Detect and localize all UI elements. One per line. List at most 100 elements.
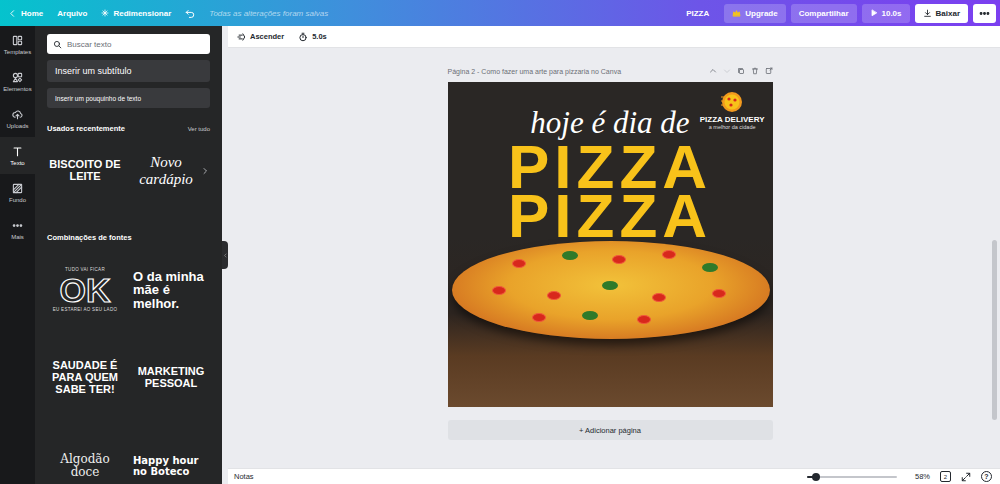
rail-label: Uploads bbox=[6, 123, 28, 129]
dots-icon bbox=[979, 8, 990, 19]
uploads-icon bbox=[12, 109, 23, 120]
search-field[interactable] bbox=[47, 34, 210, 54]
top-bar: HomeArquivoRedimensionarTodas as alteraç… bbox=[0, 0, 1000, 26]
resize-label: Redimensionar bbox=[113, 9, 171, 18]
delete-icon[interactable] bbox=[751, 67, 759, 75]
share-button[interactable]: Compartilhar bbox=[791, 4, 857, 23]
top-actions: PIZZA Upgrade Compartilhar 10.0s Baixar bbox=[676, 4, 996, 23]
rail-label: Fundo bbox=[9, 197, 26, 203]
rail-item[interactable]: Uploads bbox=[0, 100, 35, 137]
animation-label: Ascender bbox=[250, 32, 284, 41]
zoom-value[interactable]: 58% bbox=[915, 472, 930, 481]
more-button[interactable] bbox=[973, 4, 996, 23]
recent-grid: BISCOITO DE LEITE Novo cardápio bbox=[47, 145, 210, 197]
move-down-icon[interactable] bbox=[723, 67, 731, 75]
combos-grid: TUDO VAI FICAROKEU ESTAREI AO SEU LADOO … bbox=[47, 252, 210, 484]
duplicate-icon[interactable] bbox=[737, 67, 745, 75]
side-rail: Templates Elementos Uploads Texto Fundo Mais bbox=[0, 26, 35, 484]
headline-line[interactable]: PIZZA bbox=[508, 142, 712, 191]
undo-icon[interactable] bbox=[185, 8, 195, 18]
thumb-text: Algodão doce bbox=[47, 453, 123, 479]
combos-title: Combinações de fontes bbox=[47, 233, 132, 242]
bottom-bar: Notas 58% 2? bbox=[228, 468, 1000, 484]
add-page-button[interactable]: + Adicionar página bbox=[448, 420, 773, 440]
add-page-icon[interactable] bbox=[765, 67, 773, 75]
add-subtitle-button[interactable]: Inserir um subtítulo bbox=[47, 60, 210, 82]
rail-item[interactable]: Texto bbox=[0, 137, 35, 174]
home-label: Home bbox=[21, 9, 43, 18]
scrollbar-thumb[interactable] bbox=[992, 240, 997, 420]
upgrade-button[interactable]: Upgrade bbox=[724, 4, 785, 23]
page-header: Página 2 - Como fazer uma arte para pizz… bbox=[448, 65, 773, 77]
design-name[interactable]: PIZZA bbox=[676, 9, 719, 18]
text-template-thumb[interactable]: Novo cardápio bbox=[133, 145, 199, 197]
recent-title: Usados recentemente bbox=[47, 124, 125, 133]
text-template-thumb[interactable]: TUDO VAI FICAROKEU ESTAREI AO SEU LADO bbox=[47, 252, 123, 328]
pizza-photo bbox=[448, 237, 773, 407]
tomato-slice bbox=[547, 291, 561, 300]
zoom-slider[interactable] bbox=[807, 476, 897, 478]
tomato-slice bbox=[652, 293, 666, 302]
download-button[interactable]: Baixar bbox=[915, 4, 968, 23]
page-stage: Página 2 - Como fazer uma arte para pizz… bbox=[228, 48, 992, 468]
sparkle-icon bbox=[101, 9, 109, 17]
basil-leaf bbox=[562, 251, 578, 260]
rail-item[interactable]: Elementos bbox=[0, 63, 35, 100]
thumb-text: EU ESTAREI AO SEU LADO bbox=[53, 307, 118, 313]
move-up-icon[interactable] bbox=[709, 67, 717, 75]
design-headline: PIZZAPIZZA bbox=[448, 142, 773, 240]
page-title: Página 2 - Como fazer uma arte para pizz… bbox=[448, 68, 622, 75]
design-logo[interactable]: PIZZA DELIVERYa melhor da cidade bbox=[700, 91, 765, 130]
help-button[interactable]: ? bbox=[981, 471, 992, 482]
text-icon bbox=[12, 146, 23, 157]
text-template-thumb[interactable]: SAUDADE É PARA QUEM SABE TER! bbox=[47, 340, 123, 416]
elements-icon bbox=[12, 72, 23, 83]
home-button[interactable]: Home bbox=[8, 9, 43, 18]
rail-item[interactable]: Fundo bbox=[0, 174, 35, 211]
text-template-thumb[interactable]: BISCOITO DE LEITE bbox=[47, 145, 123, 197]
download-label: Baixar bbox=[936, 9, 960, 18]
tomato-slice bbox=[512, 259, 526, 268]
background-icon bbox=[12, 183, 23, 194]
text-template-thumb[interactable]: Happy hour no Boteco bbox=[133, 428, 209, 484]
text-template-thumb[interactable]: O da minha mãe é melhor. bbox=[133, 252, 209, 328]
animation-button[interactable]: Ascender bbox=[236, 32, 284, 42]
chevron-left-icon bbox=[223, 253, 228, 258]
page-count[interactable]: 2 bbox=[940, 471, 951, 482]
resize-button[interactable]: Redimensionar bbox=[101, 9, 171, 18]
thumb-text: Happy hour no Boteco bbox=[133, 455, 209, 478]
timer-icon bbox=[298, 32, 308, 42]
tomato-slice bbox=[612, 255, 626, 264]
duration-label: 5.0s bbox=[312, 32, 327, 41]
rail-item[interactable]: Templates bbox=[0, 26, 35, 63]
see-all-link[interactable]: Ver tudo bbox=[188, 126, 210, 132]
headline-line[interactable]: PIZZA bbox=[508, 191, 712, 240]
play-button[interactable]: 10.0s bbox=[862, 4, 910, 23]
notes-button[interactable]: Notas bbox=[234, 472, 254, 481]
tomato-slice bbox=[492, 286, 506, 295]
rail-label: Elementos bbox=[3, 86, 31, 92]
chevron-right-icon[interactable] bbox=[201, 167, 209, 175]
basil-leaf bbox=[702, 263, 718, 272]
duration-button[interactable]: 5.0s bbox=[298, 32, 327, 42]
basil-leaf bbox=[582, 311, 598, 320]
tomato-slice bbox=[637, 315, 651, 324]
editor-main: Ascender 5.0s Página 2 - Como fazer uma ar… bbox=[228, 26, 1000, 484]
add-body-text-button[interactable]: Inserir um pouquinho de texto bbox=[47, 88, 210, 108]
fullscreen-icon[interactable] bbox=[961, 472, 971, 482]
canvas-area: Página 2 - Como fazer uma arte para pizz… bbox=[228, 48, 1000, 468]
zoom-knob[interactable] bbox=[812, 473, 820, 481]
rail-item[interactable]: Mais bbox=[0, 211, 35, 248]
design-page[interactable]: hoje é dia dePIZZAPIZZAPIZZA DELIVERYa m… bbox=[448, 82, 773, 407]
thumb-text: SAUDADE É PARA QUEM SABE TER! bbox=[47, 360, 123, 396]
text-template-thumb[interactable]: Algodão doce bbox=[47, 428, 123, 484]
tomato-slice bbox=[662, 250, 676, 259]
thumb-text: Novo cardápio bbox=[133, 154, 199, 188]
search-input[interactable] bbox=[67, 40, 204, 49]
thumb-text: OK bbox=[60, 273, 111, 307]
recent-carousel-end: Novo cardápio bbox=[133, 145, 209, 197]
text-template-thumb[interactable]: MARKETING PESSOAL bbox=[133, 340, 209, 416]
pizza bbox=[452, 241, 770, 339]
file-menu[interactable]: Arquivo bbox=[57, 9, 87, 18]
animate-icon bbox=[236, 32, 246, 42]
